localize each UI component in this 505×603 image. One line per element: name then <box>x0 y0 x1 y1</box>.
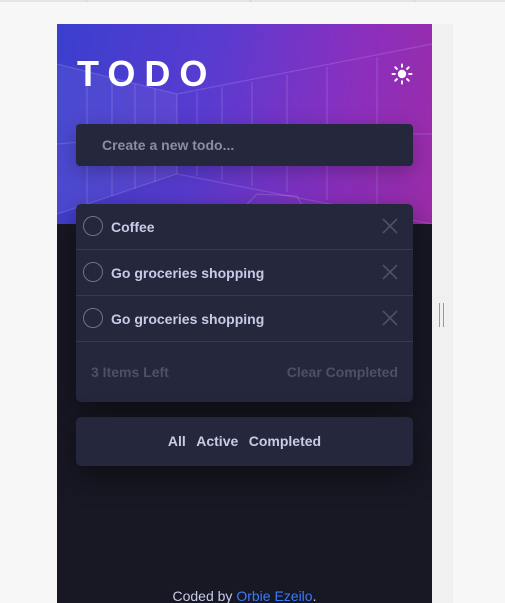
top-bar-divider <box>250 0 251 2</box>
todo-text: Go groceries shopping <box>111 311 265 327</box>
todo-list: Coffee Go groceries shopping Go grocerie… <box>76 204 413 402</box>
top-bar-divider <box>86 0 87 2</box>
top-bar-divider <box>414 0 415 2</box>
filter-bar: All Active Completed <box>76 417 413 466</box>
close-icon <box>382 218 398 234</box>
todo-checkbox[interactable] <box>83 262 103 282</box>
todo-checkbox[interactable] <box>83 216 103 236</box>
browser-top-bar <box>0 0 505 2</box>
close-icon <box>382 264 398 280</box>
theme-toggle-button[interactable] <box>391 63 413 85</box>
filter-active[interactable]: Active <box>196 417 238 466</box>
attribution-suffix: . <box>312 588 317 603</box>
close-icon <box>382 310 398 326</box>
resize-handle[interactable] <box>439 303 444 327</box>
todo-item[interactable]: Coffee <box>76 204 413 250</box>
todo-item[interactable]: Go groceries shopping <box>76 250 413 296</box>
page-title: TODO <box>77 53 217 94</box>
items-left-count: 3 Items Left <box>91 364 169 380</box>
delete-todo-button[interactable] <box>382 264 398 280</box>
delete-todo-button[interactable] <box>382 218 398 234</box>
todo-item[interactable]: Go groceries shopping <box>76 296 413 342</box>
todo-list-footer: 3 Items Left Clear Completed <box>76 342 413 402</box>
filter-all[interactable]: All <box>168 417 186 466</box>
todo-text: Coffee <box>111 219 155 235</box>
todo-app: TODO Coffee <box>57 24 432 603</box>
new-todo-input[interactable] <box>76 124 413 166</box>
todo-text: Go groceries shopping <box>111 265 265 281</box>
author-link[interactable]: Orbie Ezeilo <box>236 588 312 603</box>
sun-icon <box>391 63 413 85</box>
delete-todo-button[interactable] <box>382 310 398 326</box>
filter-completed[interactable]: Completed <box>249 417 321 466</box>
attribution-prefix: Coded by <box>172 588 237 603</box>
attribution: Coded by Orbie Ezeilo. <box>57 587 432 603</box>
new-todo-box <box>76 124 413 166</box>
clear-completed-button[interactable]: Clear Completed <box>287 342 398 402</box>
todo-checkbox[interactable] <box>83 308 103 328</box>
